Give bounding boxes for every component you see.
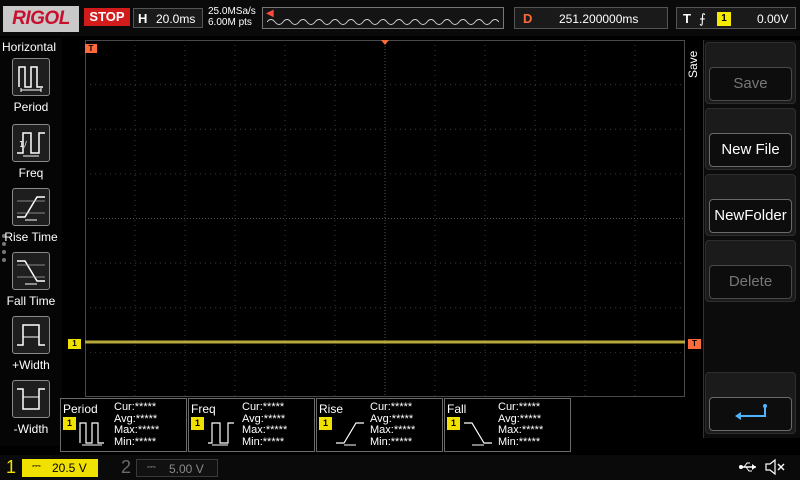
measurement-stats: Cur:***** Avg:***** Max:***** Min:***** — [242, 401, 288, 448]
measurement-cur: Cur:***** — [242, 401, 285, 413]
measurement-max: Max:***** — [498, 424, 544, 436]
trigger-source-badge: 1 — [717, 12, 731, 26]
freq-icon — [208, 422, 234, 446]
dc-coupling-icon: ⎓ — [32, 460, 41, 472]
sample-rate: 25.0MSa/s — [208, 6, 256, 17]
measurement-freq[interactable]: Freq 1 Cur:***** Avg:***** Max:***** Min… — [188, 398, 315, 452]
measure-item-fall-time[interactable]: Fall Time — [0, 252, 62, 316]
measurement-title: Period — [63, 402, 98, 416]
channel2-number[interactable]: 2 — [121, 457, 131, 478]
freq-icon: 1/ — [12, 124, 50, 162]
measure-item-positive-width[interactable]: +Width — [0, 316, 62, 380]
new-file-button[interactable]: New File — [705, 108, 796, 170]
new-folder-button[interactable]: NewFolder — [705, 174, 796, 236]
measure-item-label: +Width — [12, 358, 50, 372]
save-button[interactable]: Save — [705, 42, 796, 104]
fall-time-icon — [464, 422, 492, 446]
new-file-button-label: New File — [709, 133, 792, 167]
save-menu-title: Save — [686, 50, 700, 78]
trigger-position-marker: T — [85, 44, 97, 53]
acquisition-info: 25.0MSa/s 6.00M pts — [208, 6, 256, 28]
measurement-channel-badge: 1 — [63, 417, 76, 430]
measure-item-label: Period — [13, 100, 49, 114]
measure-menu-title: Horizontal — [2, 40, 57, 54]
measure-item-label: Fall Time — [6, 294, 56, 308]
top-status-bar: RIGOL STOP H 20.0ms 25.0MSa/s 6.00M pts … — [0, 0, 800, 36]
dc-coupling-icon: ⎓ — [147, 461, 156, 473]
channel1-number[interactable]: 1 — [6, 457, 16, 478]
rise-time-icon — [12, 188, 50, 226]
measurement-min: Min:***** — [114, 435, 157, 448]
measurement-cur: Cur:***** — [498, 401, 541, 413]
channel1-offset-marker[interactable]: 1 — [68, 339, 81, 349]
trigger-level-marker[interactable]: T — [688, 339, 701, 349]
channel1-scale-box[interactable]: ⎓ 20.5 V — [22, 459, 98, 477]
measurement-stats: Cur:***** Avg:***** Max:***** Min:***** — [114, 401, 160, 448]
delay-box[interactable]: D 251.200000ms — [514, 7, 668, 29]
return-button[interactable] — [705, 372, 796, 434]
run-stop-status[interactable]: STOP — [84, 8, 130, 26]
rise-time-icon — [336, 422, 364, 446]
rising-edge-icon: ⨍ — [699, 11, 706, 26]
return-arrow-icon — [709, 397, 792, 431]
memory-waveform-overview — [267, 19, 499, 25]
measure-item-freq[interactable]: 1/ Freq — [0, 124, 62, 188]
memory-depth: 6.00M pts — [208, 17, 252, 28]
measurement-stats: Cur:***** Avg:***** Max:***** Min:***** — [498, 401, 544, 448]
measurement-min: Min:***** — [242, 435, 285, 448]
channel1-scale-value: 20.5 V — [52, 461, 87, 475]
channel2-scale-value: 5.00 V — [169, 462, 204, 476]
measurement-title: Fall — [447, 402, 467, 416]
measure-item-label: -Width — [13, 422, 49, 436]
memory-overview-strip: ◀ — [262, 7, 504, 29]
measure-item-label: Freq — [18, 166, 44, 180]
measurement-cur: Cur:***** — [114, 401, 157, 413]
period-icon — [12, 58, 50, 96]
measurement-title: Rise — [319, 402, 344, 416]
delay-label: D — [523, 11, 533, 26]
horizontal-label: H — [138, 11, 148, 26]
measurement-fall[interactable]: Fall 1 Cur:***** Avg:***** Max:***** Min… — [444, 398, 571, 452]
measurement-cur: Cur:***** — [370, 401, 413, 413]
measurement-max: Max:***** — [242, 424, 288, 436]
measurement-max: Max:***** — [114, 424, 160, 436]
period-icon — [79, 422, 104, 446]
measurement-channel-badge: 1 — [447, 417, 460, 430]
measure-item-label: Rise Time — [4, 230, 58, 244]
measure-item-negative-width[interactable]: -Width — [0, 380, 62, 444]
trigger-level-value: 0.00V — [757, 12, 789, 26]
usb-icon — [739, 462, 756, 472]
measurement-channel-badge: 1 — [191, 417, 204, 430]
measurement-max: Max:***** — [370, 424, 416, 436]
measurement-stats: Cur:***** Avg:***** Max:***** Min:***** — [370, 401, 416, 448]
trigger-label: T — [683, 11, 691, 26]
negative-width-icon — [12, 380, 50, 418]
brand-logo: RIGOL — [3, 6, 79, 32]
fall-time-icon — [12, 252, 50, 290]
horizontal-scale-box[interactable]: H 20.0ms — [133, 8, 203, 28]
measure-item-period[interactable]: Period — [0, 58, 62, 122]
waveform-grid[interactable] — [85, 40, 685, 397]
measurement-min: Min:***** — [370, 435, 413, 448]
speaker-muted-icon[interactable] — [764, 458, 786, 476]
measurement-period[interactable]: Period 1 Cur:***** Avg:***** Max:***** M… — [60, 398, 187, 452]
measurement-title: Freq — [191, 402, 216, 416]
horizontal-scale-value: 20.0ms — [156, 12, 196, 26]
delete-button-label: Delete — [709, 265, 792, 299]
trigger-box[interactable]: T ⨍ 1 0.00V — [676, 7, 796, 29]
measurement-min: Min:***** — [498, 435, 541, 448]
channel2-scale-box[interactable]: ⎓ 5.00 V — [136, 459, 218, 477]
delay-value: 251.200000ms — [559, 12, 639, 26]
measure-menu-panel: Horizontal Period 1/ Freq Rise Time Fall… — [0, 38, 62, 446]
measure-item-rise-time[interactable]: Rise Time — [0, 188, 62, 252]
delete-button[interactable]: Delete — [705, 240, 796, 302]
channel-status-bar: 1 ⎓ 20.5 V 2 ⎓ 5.00 V — [0, 455, 800, 480]
save-button-label: Save — [709, 67, 792, 101]
positive-width-icon — [12, 316, 50, 354]
svg-text:1/: 1/ — [19, 140, 27, 149]
measurement-rise[interactable]: Rise 1 Cur:***** Avg:***** Max:***** Min… — [316, 398, 443, 452]
measurement-channel-badge: 1 — [319, 417, 332, 430]
new-folder-button-label: NewFolder — [709, 199, 792, 233]
